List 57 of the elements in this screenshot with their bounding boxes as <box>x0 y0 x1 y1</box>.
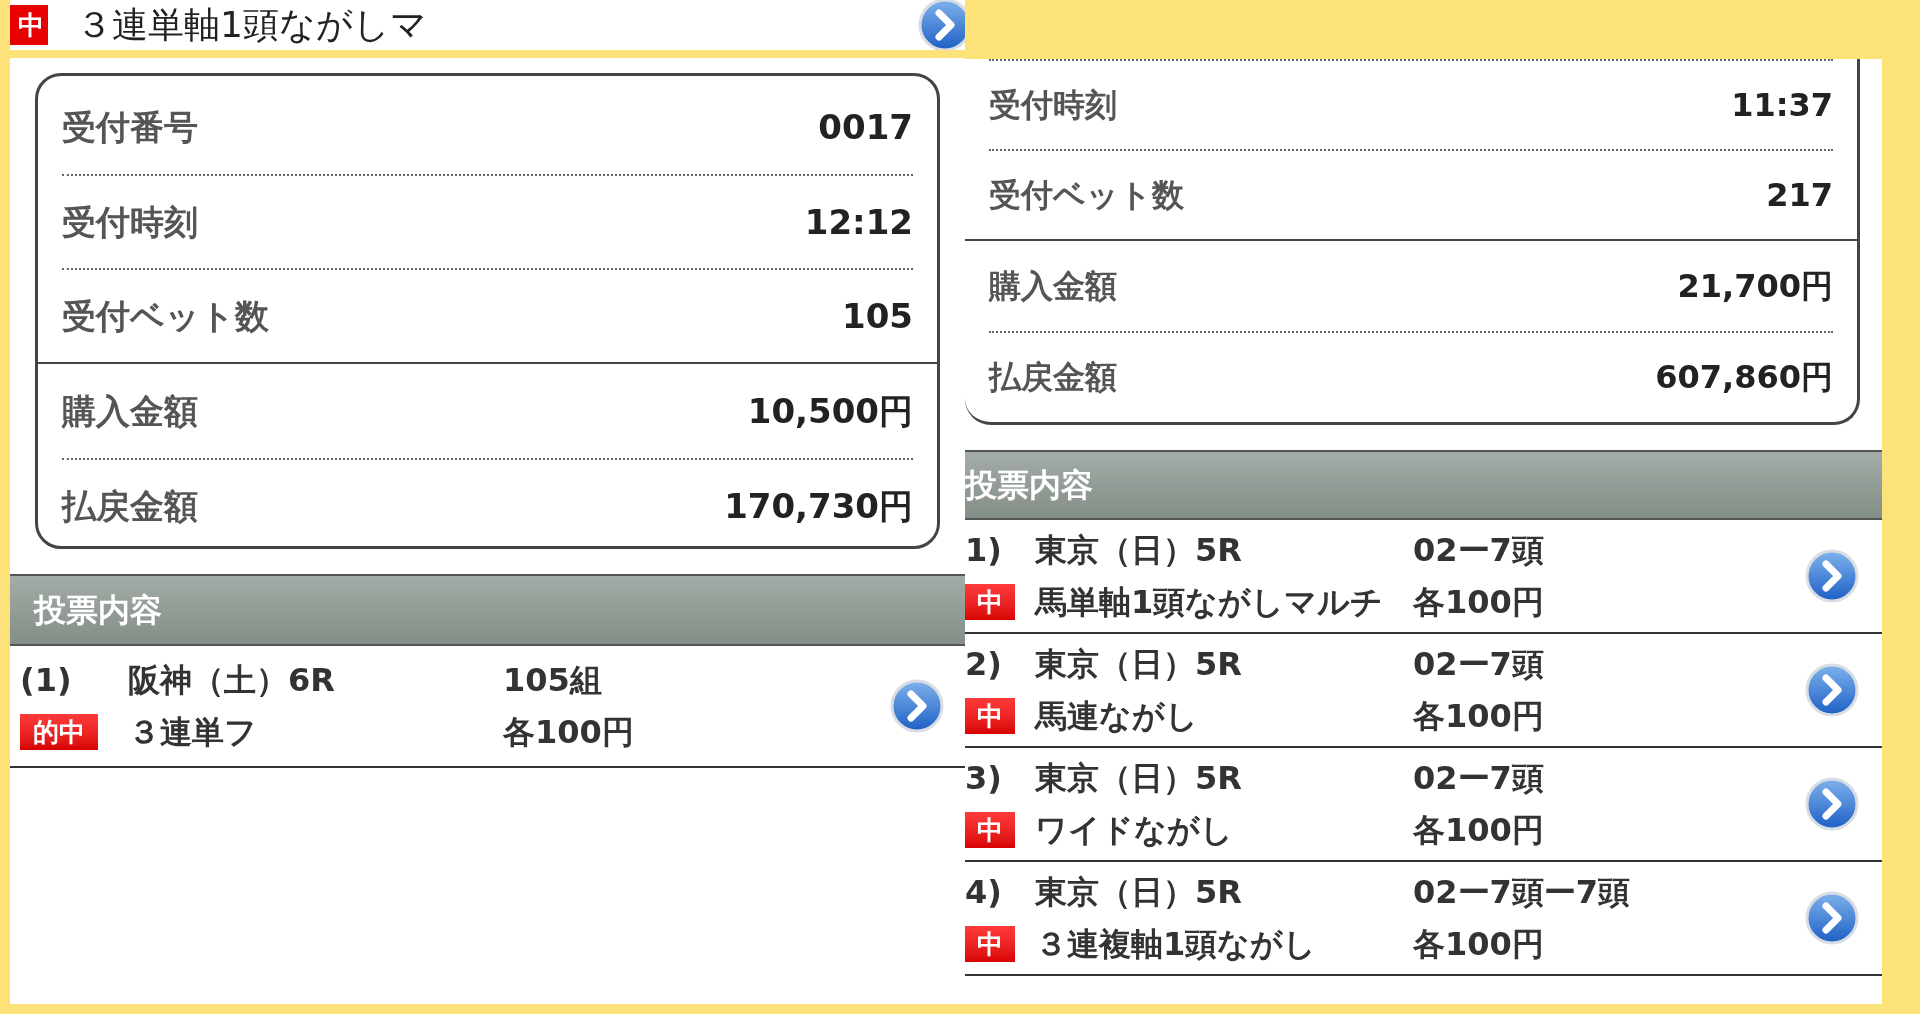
hit-badge: 中 <box>965 812 1015 848</box>
field-value: 12:12 <box>804 200 913 244</box>
field-label: 受付ベット数 <box>989 175 1184 216</box>
bet-number: 2) <box>965 644 1003 685</box>
bet-number: (1) <box>20 660 73 701</box>
bet-count: 02ー7頭 <box>1413 644 1544 685</box>
field-label: 購入金額 <box>989 266 1117 307</box>
section-header: 投票内容 <box>10 574 965 646</box>
bet-count: 02ー7頭 <box>1413 758 1544 799</box>
bet-type: ３連複軸1頭ながし <box>1035 924 1318 965</box>
bet-type: 馬単軸1頭ながしマルチ <box>1035 582 1385 623</box>
field-value: 0017 <box>818 105 913 149</box>
bet-amount: 各100円 <box>1413 582 1544 623</box>
bet-count: 105組 <box>503 660 602 701</box>
bet-count: 02ー7頭 <box>1413 530 1544 571</box>
bet-number: 1) <box>965 530 1003 571</box>
chevron-right-icon[interactable] <box>1804 890 1860 946</box>
bet-count: 02ー7頭ー7頭 <box>1413 872 1631 913</box>
chevron-right-icon[interactable] <box>1804 548 1860 604</box>
field-value: 11:37 <box>1731 85 1833 126</box>
field-label: 購入金額 <box>62 389 198 433</box>
chevron-right-icon[interactable] <box>1804 662 1860 718</box>
field-label: 払戻金額 <box>62 484 198 528</box>
bet-type: ワイドながし <box>1035 810 1234 851</box>
field-label: 払戻金額 <box>989 357 1117 398</box>
bet-title: ３連単軸1頭ながしマ <box>76 3 428 47</box>
bet-amount: 各100円 <box>503 712 634 753</box>
bet-amount: 各100円 <box>1413 810 1544 851</box>
race-name: 東京（日）5R <box>1035 872 1243 913</box>
hit-badge: 中 <box>965 698 1015 734</box>
field-value: 217 <box>1766 175 1833 216</box>
field-value: 21,700円 <box>1677 266 1833 307</box>
hit-badge: 中 <box>965 584 1015 620</box>
chevron-right-icon[interactable] <box>1804 776 1860 832</box>
race-name: 阪神（土）6R <box>128 660 336 701</box>
chevron-right-icon[interactable] <box>889 678 945 734</box>
field-label: 受付番号 <box>62 105 198 149</box>
race-name: 東京（日）5R <box>1035 758 1243 799</box>
field-label: 受付時刻 <box>989 85 1117 126</box>
field-value: 607,860円 <box>1655 357 1833 398</box>
bet-type: 馬連ながし <box>1035 696 1199 737</box>
bet-number: 3) <box>965 758 1003 799</box>
field-label: 受付時刻 <box>62 200 198 244</box>
race-name: 東京（日）5R <box>1035 530 1243 571</box>
hit-badge: 中 <box>10 5 48 45</box>
hit-badge: 中 <box>965 926 1015 962</box>
chevron-right-icon[interactable] <box>917 0 965 50</box>
field-value: 10,500円 <box>747 389 913 433</box>
field-value: 170,730円 <box>724 484 913 528</box>
hit-badge: 的中 <box>20 714 98 750</box>
bet-amount: 各100円 <box>1413 924 1544 965</box>
race-name: 東京（日）5R <box>1035 644 1243 685</box>
bet-amount: 各100円 <box>1413 696 1544 737</box>
bet-number: 4) <box>965 872 1003 913</box>
bet-type: ３連単フ <box>128 712 258 753</box>
field-label: 受付ベット数 <box>62 294 269 338</box>
field-value: 105 <box>842 294 913 338</box>
